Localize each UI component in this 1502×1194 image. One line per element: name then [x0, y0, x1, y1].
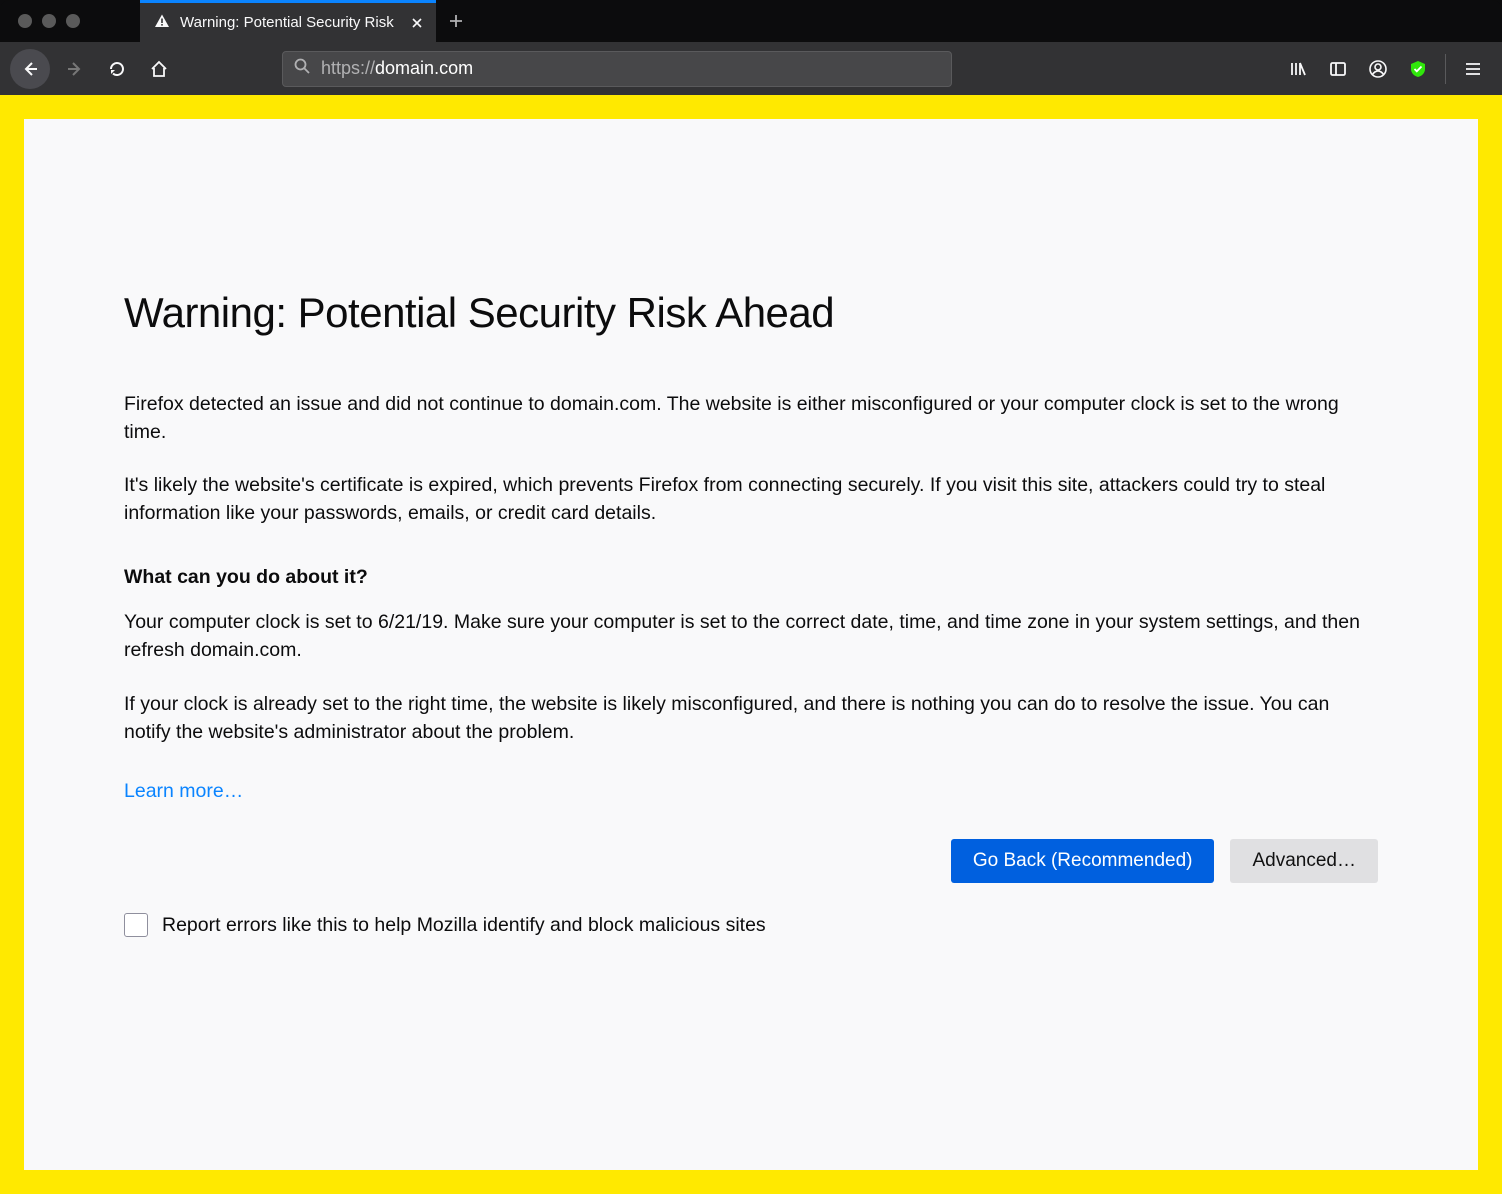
toolbar-separator [1445, 54, 1446, 84]
error-paragraph-3: Your computer clock is set to 6/21/19. M… [124, 609, 1378, 664]
url-host: domain.com [375, 58, 473, 78]
titlebar: Warning: Potential Security Risk [0, 0, 1502, 42]
tab-close-button[interactable] [408, 14, 426, 32]
advanced-button[interactable]: Advanced… [1230, 839, 1378, 883]
nav-toolbar: https://domain.com [0, 42, 1502, 95]
window-controls [0, 14, 140, 28]
app-menu-button[interactable] [1454, 50, 1492, 88]
tabstrip: Warning: Potential Security Risk [140, 0, 476, 42]
reload-button[interactable] [98, 50, 136, 88]
error-paragraph-1: Firefox detected an issue and did not co… [124, 391, 1378, 446]
button-row: Go Back (Recommended) Advanced… [124, 839, 1378, 883]
tracking-shield-icon[interactable] [1399, 50, 1437, 88]
tab-active[interactable]: Warning: Potential Security Risk [140, 0, 436, 42]
url-prefix: https:// [321, 58, 375, 78]
toolbar-right [1279, 50, 1492, 88]
home-button[interactable] [140, 50, 178, 88]
sidebar-button[interactable] [1319, 50, 1357, 88]
content-viewport: Warning: Potential Security Risk Ahead F… [0, 95, 1502, 1194]
warning-triangle-icon [154, 13, 170, 33]
error-subheading: What can you do about it? [124, 564, 1378, 592]
back-button[interactable] [10, 49, 50, 89]
url-bar[interactable]: https://domain.com [282, 51, 952, 87]
account-button[interactable] [1359, 50, 1397, 88]
error-paragraph-4: If your clock is already set to the righ… [124, 691, 1378, 746]
url-text: https://domain.com [321, 58, 473, 79]
window-minimize-icon[interactable] [42, 14, 56, 28]
go-back-button[interactable]: Go Back (Recommended) [951, 839, 1215, 883]
window-zoom-icon[interactable] [66, 14, 80, 28]
report-checkbox[interactable] [124, 913, 148, 937]
page-title: Warning: Potential Security Risk Ahead [124, 289, 1378, 337]
forward-button [56, 50, 94, 88]
window-close-icon[interactable] [18, 14, 32, 28]
learn-more-link[interactable]: Learn more… [124, 780, 243, 803]
error-paragraph-2: It's likely the website's certificate is… [124, 472, 1378, 527]
report-row: Report errors like this to help Mozilla … [124, 913, 1378, 937]
search-icon [293, 57, 311, 80]
library-button[interactable] [1279, 50, 1317, 88]
new-tab-button[interactable] [436, 0, 476, 42]
report-label: Report errors like this to help Mozilla … [162, 914, 766, 937]
tab-title: Warning: Potential Security Risk [180, 14, 398, 31]
error-page: Warning: Potential Security Risk Ahead F… [24, 119, 1478, 1170]
